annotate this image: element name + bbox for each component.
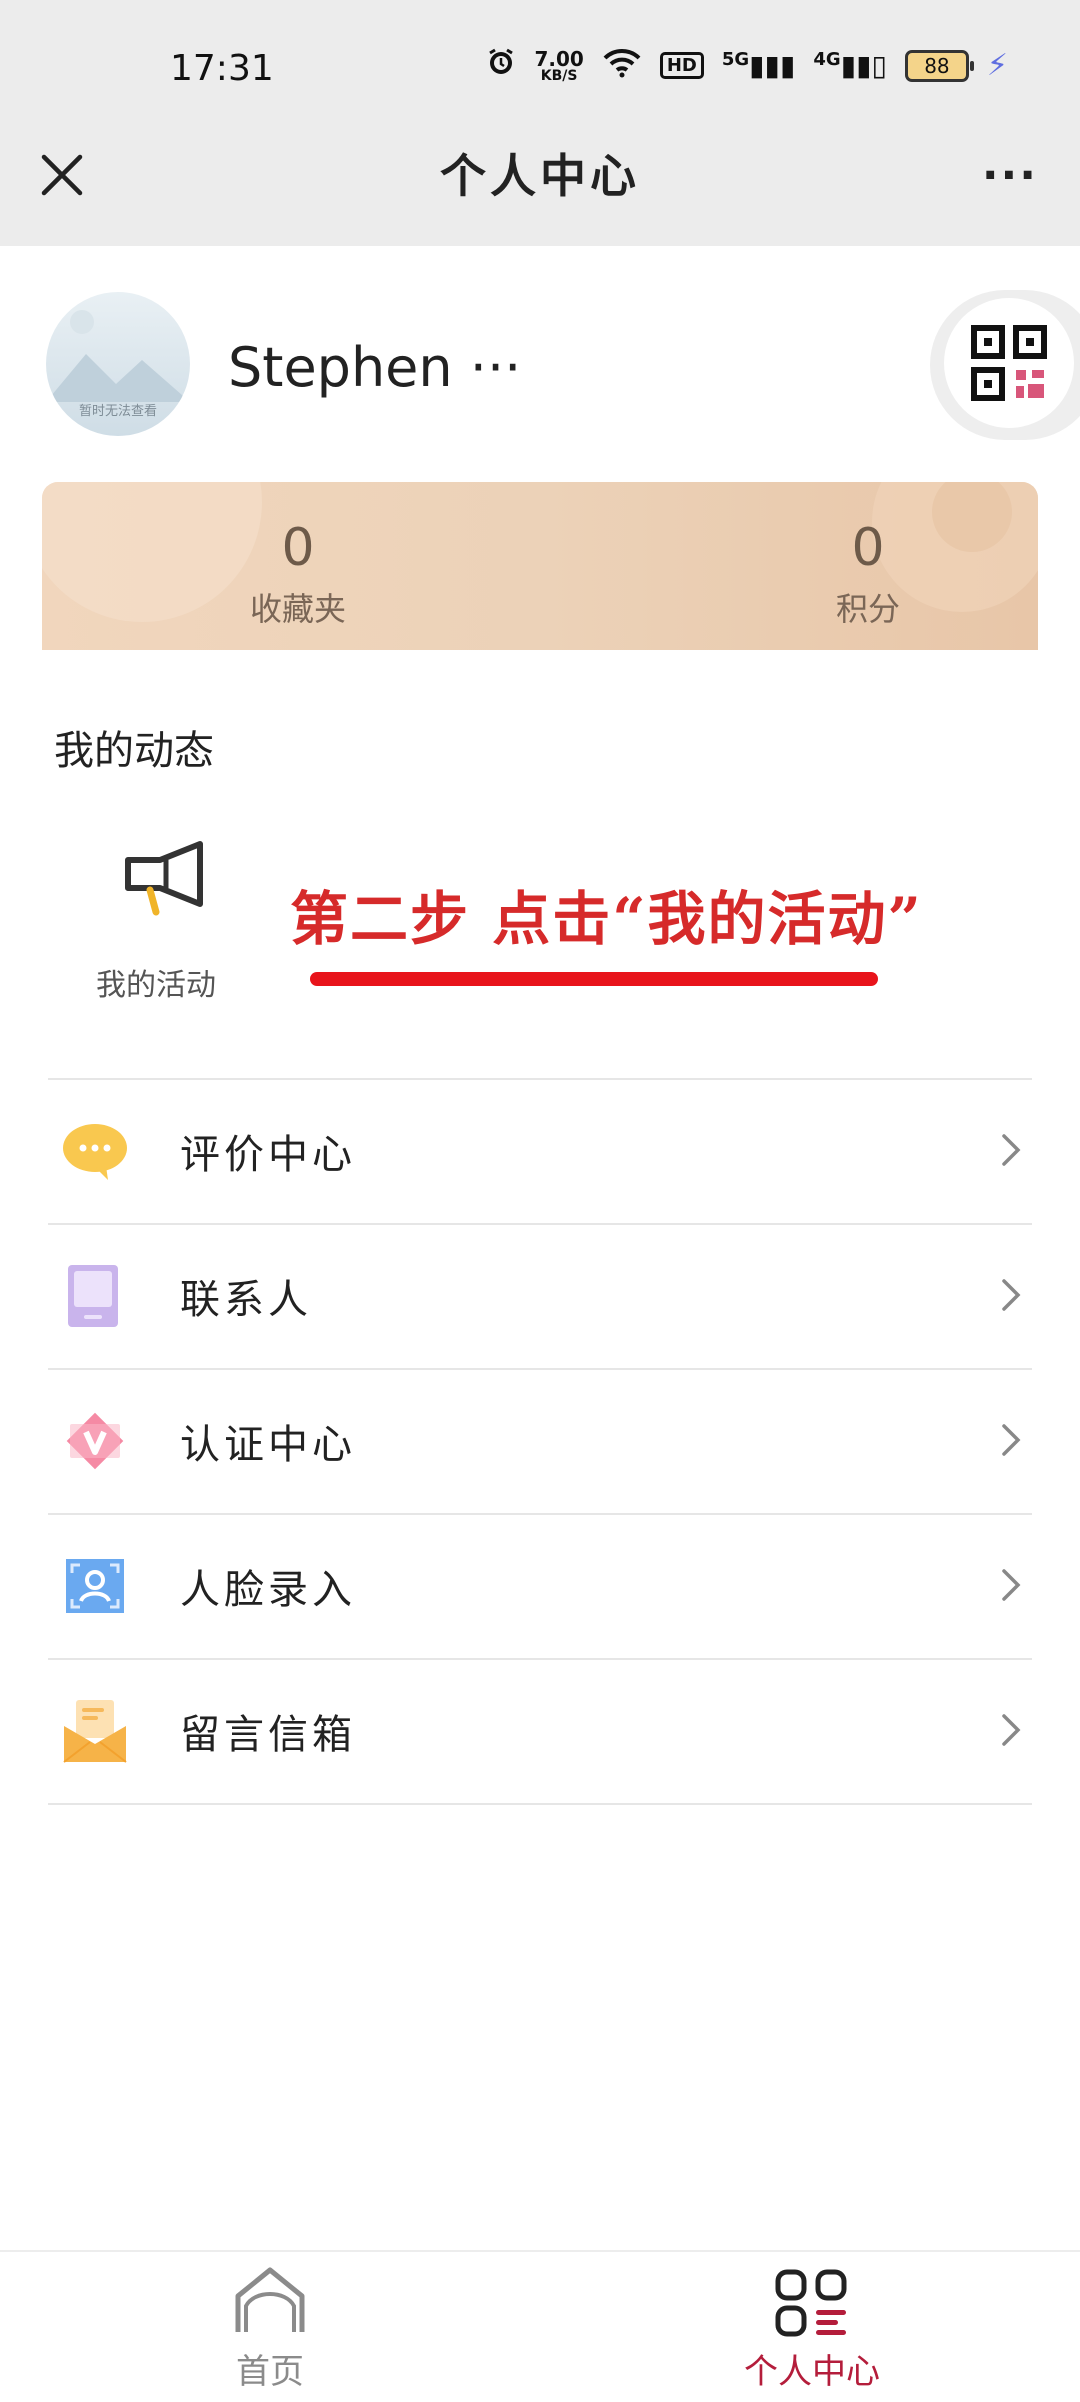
avatar-placeholder-text: 暂时无法查看	[78, 404, 157, 419]
nav-home-button[interactable]	[232, 2266, 308, 2336]
grid-profile-icon	[775, 2269, 847, 2337]
charging-icon: ⚡	[986, 48, 1008, 83]
home-icon	[235, 2267, 305, 2332]
menu-item-label: 留言信箱	[180, 1712, 356, 1758]
menu-list: 评价中心 联系人 认证中心 人脸录入 留言信箱	[48, 1078, 1032, 1805]
tutorial-annotation: 第二步 点击“我的活动”	[290, 885, 923, 953]
menu-item-label: 人脸录入	[180, 1567, 356, 1613]
wifi-icon	[602, 46, 642, 85]
my-activity-button[interactable]	[120, 838, 212, 918]
stat-points[interactable]: 0 积分	[718, 518, 1018, 630]
menu-item-contacts[interactable]: 联系人	[48, 1223, 1032, 1368]
mail-envelope-icon	[63, 1700, 127, 1763]
menu-item-message-box[interactable]: 留言信箱	[48, 1658, 1032, 1805]
net-speed-value: 7.00	[534, 46, 584, 71]
stat-favorites-label: 收藏夹	[249, 590, 346, 628]
chevron-right-icon	[1002, 1134, 1021, 1166]
more-options-button[interactable]: ···	[982, 150, 1038, 201]
chevron-right-icon	[1002, 1424, 1021, 1456]
chevron-right-icon	[1002, 1714, 1021, 1746]
stats-card: 0 收藏夹 0 积分	[42, 482, 1038, 650]
menu-item-label: 评价中心	[180, 1132, 356, 1178]
chevron-right-icon	[1002, 1569, 1021, 1601]
signal-5g-label: 5G	[721, 49, 750, 70]
nav-personal-center-button[interactable]	[774, 2268, 850, 2338]
status-icons: 7.00 KB/S HD 5G▮▮▮ 4G▮▮▯ 88 ⚡	[486, 46, 1008, 85]
username[interactable]: Stephen ···	[228, 336, 521, 399]
face-id-icon	[66, 1559, 124, 1613]
qr-code-icon	[971, 325, 1047, 401]
page-title: 个人中心	[440, 149, 640, 203]
annotation-underline	[310, 972, 878, 986]
signal-4g: 4G▮▮▯	[813, 49, 887, 82]
menu-item-label: 联系人	[180, 1277, 312, 1323]
section-title-my-updates: 我的动态	[54, 728, 214, 774]
battery-indicator: 88	[904, 49, 974, 82]
stat-favorites-value: 0	[281, 518, 315, 578]
alarm-icon	[486, 47, 516, 84]
signal-4g-label: 4G	[813, 49, 841, 70]
nav-personal-center-label[interactable]: 个人中心	[722, 2344, 902, 2393]
menu-item-review-center[interactable]: 评价中心	[48, 1078, 1032, 1223]
avatar[interactable]: 暂时无法查看	[46, 292, 190, 436]
my-activity-label[interactable]: 我的活动	[96, 960, 216, 1004]
stat-points-label: 积分	[835, 590, 900, 628]
bottom-navigation	[0, 2250, 1080, 2402]
chat-bubble-icon	[63, 1124, 127, 1180]
menu-item-face-enrollment[interactable]: 人脸录入	[48, 1513, 1032, 1658]
stat-points-value: 0	[851, 518, 885, 578]
menu-item-label: 认证中心	[180, 1422, 356, 1468]
hd-badge: HD	[659, 52, 704, 79]
top-bar	[0, 0, 1080, 246]
nav-home-label[interactable]: 首页	[200, 2344, 340, 2393]
net-speed-unit: KB/S	[540, 67, 578, 84]
qr-code-button[interactable]	[944, 298, 1074, 428]
contacts-book-icon	[68, 1265, 118, 1327]
chevron-right-icon	[1002, 1279, 1021, 1311]
megaphone-icon	[125, 841, 203, 916]
status-time: 17:31	[170, 48, 274, 89]
net-speed: 7.00 KB/S	[534, 49, 583, 83]
stat-favorites[interactable]: 0 收藏夹	[148, 518, 448, 630]
verify-badge-icon	[66, 1412, 124, 1470]
menu-item-verification-center[interactable]: 认证中心	[48, 1368, 1032, 1513]
signal-5g: 5G▮▮▮	[721, 49, 796, 82]
